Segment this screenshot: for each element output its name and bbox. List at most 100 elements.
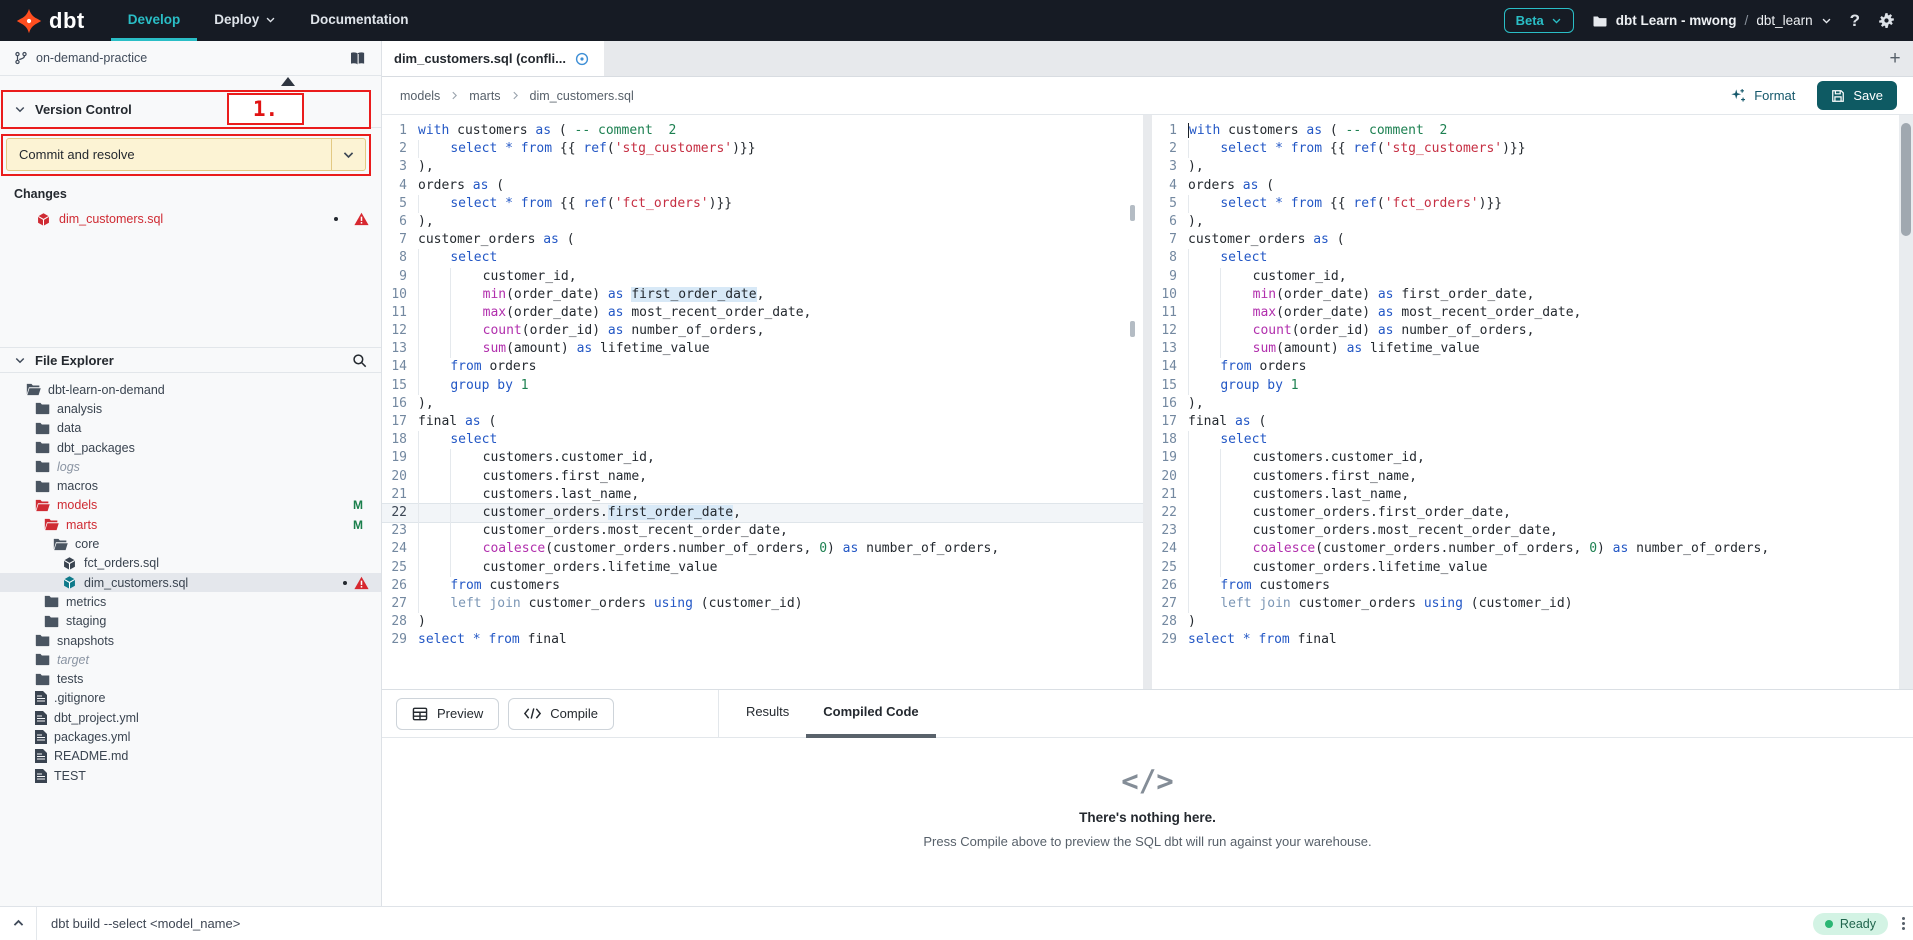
code-line-16[interactable]: 16), xyxy=(1152,395,1913,413)
code-line-11[interactable]: 11 max(order_date) as most_recent_order_… xyxy=(1152,304,1913,322)
code-line-9[interactable]: 9 customer_id, xyxy=(1152,268,1913,286)
tree-item-tests[interactable]: tests xyxy=(0,669,381,688)
code-line-29[interactable]: 29select * from final xyxy=(1152,631,1913,649)
tree-item-analysis[interactable]: analysis xyxy=(0,399,381,418)
code-line-8[interactable]: 8 select xyxy=(1152,249,1913,267)
tree-item-fct-orders-sql[interactable]: fct_orders.sql xyxy=(0,554,381,573)
code-line-2[interactable]: 2 select * from {{ ref('stg_customers')}… xyxy=(382,140,1143,158)
tree-item-logs[interactable]: logs xyxy=(0,457,381,476)
help-icon[interactable]: ? xyxy=(1850,11,1860,31)
kebab-menu-icon[interactable] xyxy=(1902,917,1905,930)
compile-button[interactable]: Compile xyxy=(508,698,614,730)
code-line-1[interactable]: 1with customers as ( -- comment 2 xyxy=(382,122,1143,140)
changed-file-row[interactable]: dim_customers.sql xyxy=(0,208,381,230)
code-line-7[interactable]: 7customer_orders as ( xyxy=(382,231,1143,249)
code-line-24[interactable]: 24 coalesce(customer_orders.number_of_or… xyxy=(1152,540,1913,558)
environment-name[interactable]: dbt_learn xyxy=(1756,13,1812,28)
tree-item-dbt-packages[interactable]: dbt_packages xyxy=(0,438,381,457)
code-line-28[interactable]: 28) xyxy=(1152,613,1913,631)
code-line-2[interactable]: 2 select * from {{ ref('stg_customers')}… xyxy=(1152,140,1913,158)
code-line-8[interactable]: 8 select xyxy=(382,249,1143,267)
tree-item-packages-yml[interactable]: packages.yml xyxy=(0,727,381,746)
tree-item-test[interactable]: TEST xyxy=(0,766,381,785)
code-line-6[interactable]: 6), xyxy=(1152,213,1913,231)
nav-develop[interactable]: Develop xyxy=(111,0,198,41)
tree-item-dbt-learn-on-demand[interactable]: dbt-learn-on-demand xyxy=(0,380,381,399)
search-icon[interactable] xyxy=(352,353,367,368)
code-line-6[interactable]: 6), xyxy=(382,213,1143,231)
tree-item-target[interactable]: target xyxy=(0,650,381,669)
chevron-down-icon[interactable] xyxy=(1821,15,1832,26)
code-line-5[interactable]: 5 select * from {{ ref('fct_orders')}} xyxy=(382,195,1143,213)
code-pane-left[interactable]: 1with customers as ( -- comment 22 selec… xyxy=(382,115,1143,689)
tree-item-data[interactable]: data xyxy=(0,419,381,438)
dbt-logo[interactable]: dbt xyxy=(0,0,111,41)
version-control-header[interactable]: Version Control xyxy=(0,91,381,128)
code-line-20[interactable]: 20 customers.first_name, xyxy=(1152,468,1913,486)
code-line-19[interactable]: 19 customers.customer_id, xyxy=(1152,449,1913,467)
tree-item-macros[interactable]: macros xyxy=(0,476,381,495)
tree-item-dbt-project-yml[interactable]: dbt_project.yml xyxy=(0,708,381,727)
code-line-22[interactable]: 22 customer_orders.first_order_date, xyxy=(1152,504,1913,522)
commit-and-resolve-button[interactable]: Commit and resolve xyxy=(6,138,366,171)
code-line-5[interactable]: 5 select * from {{ ref('fct_orders')}} xyxy=(1152,195,1913,213)
code-line-21[interactable]: 21 customers.last_name, xyxy=(1152,486,1913,504)
commit-options-caret[interactable] xyxy=(331,139,365,170)
nav-documentation[interactable]: Documentation xyxy=(293,0,425,41)
code-line-24[interactable]: 24 coalesce(customer_orders.number_of_or… xyxy=(382,540,1143,558)
code-line-20[interactable]: 20 customers.first_name, xyxy=(382,468,1143,486)
breadcrumb-marts[interactable]: marts xyxy=(469,89,500,103)
code-line-22[interactable]: 22 customer_orders.first_order_date, xyxy=(382,504,1143,522)
code-line-13[interactable]: 13 sum(amount) as lifetime_value xyxy=(382,340,1143,358)
project-name[interactable]: dbt Learn - mwong xyxy=(1616,13,1737,28)
save-button[interactable]: Save xyxy=(1817,81,1897,110)
breadcrumb-models[interactable]: models xyxy=(400,89,440,103)
preview-button[interactable]: Preview xyxy=(396,698,499,730)
tree-item-dim-customers-sql[interactable]: dim_customers.sql xyxy=(0,573,381,592)
code-line-23[interactable]: 23 customer_orders.most_recent_order_dat… xyxy=(1152,522,1913,540)
tree-item-marts[interactable]: martsM xyxy=(0,515,381,534)
code-line-15[interactable]: 15 group by 1 xyxy=(382,377,1143,395)
breadcrumb-file[interactable]: dim_customers.sql xyxy=(530,89,634,103)
code-line-1[interactable]: 1with customers as ( -- comment 2 xyxy=(1152,122,1913,140)
editor-tab-dim-customers[interactable]: dim_customers.sql (confli... xyxy=(382,41,604,76)
code-line-9[interactable]: 9 customer_id, xyxy=(382,268,1143,286)
code-line-25[interactable]: 25 customer_orders.lifetime_value xyxy=(1152,559,1913,577)
code-line-16[interactable]: 16), xyxy=(382,395,1143,413)
file-explorer-header[interactable]: File Explorer xyxy=(0,347,381,373)
tree-item-staging[interactable]: staging xyxy=(0,612,381,631)
code-line-3[interactable]: 3), xyxy=(382,158,1143,176)
nav-deploy[interactable]: Deploy xyxy=(197,0,293,41)
code-line-11[interactable]: 11 max(order_date) as most_recent_order_… xyxy=(382,304,1143,322)
tab-results[interactable]: Results xyxy=(729,690,806,738)
code-line-17[interactable]: 17final as ( xyxy=(1152,413,1913,431)
code-line-26[interactable]: 26 from customers xyxy=(382,577,1143,595)
code-line-12[interactable]: 12 count(order_id) as number_of_orders, xyxy=(1152,322,1913,340)
editor-scrollbar[interactable] xyxy=(1899,115,1913,689)
code-line-10[interactable]: 10 min(order_date) as first_order_date, xyxy=(1152,286,1913,304)
scrollbar-thumb[interactable] xyxy=(1901,123,1911,236)
code-line-27[interactable]: 27 left join customer_orders using (cust… xyxy=(1152,595,1913,613)
settings-gear-icon[interactable] xyxy=(1878,12,1895,29)
new-tab-plus-icon[interactable]: + xyxy=(1877,41,1913,76)
tree-item-core[interactable]: core xyxy=(0,534,381,553)
code-line-18[interactable]: 18 select xyxy=(1152,431,1913,449)
code-line-29[interactable]: 29select * from final xyxy=(382,631,1143,649)
code-line-4[interactable]: 4orders as ( xyxy=(382,177,1143,195)
tab-compiled-code[interactable]: Compiled Code xyxy=(806,690,935,738)
chevron-up-icon[interactable] xyxy=(0,917,36,930)
code-line-12[interactable]: 12 count(order_id) as number_of_orders, xyxy=(382,322,1143,340)
tree-item-readme-md[interactable]: README.md xyxy=(0,747,381,766)
code-line-14[interactable]: 14 from orders xyxy=(1152,358,1913,376)
code-line-7[interactable]: 7customer_orders as ( xyxy=(1152,231,1913,249)
code-line-25[interactable]: 25 customer_orders.lifetime_value xyxy=(382,559,1143,577)
code-line-28[interactable]: 28) xyxy=(382,613,1143,631)
code-line-15[interactable]: 15 group by 1 xyxy=(1152,377,1913,395)
code-pane-right[interactable]: 1with customers as ( -- comment 22 selec… xyxy=(1143,115,1913,689)
code-line-19[interactable]: 19 customers.customer_id, xyxy=(382,449,1143,467)
code-line-10[interactable]: 10 min(order_date) as first_order_date, xyxy=(382,286,1143,304)
code-line-14[interactable]: 14 from orders xyxy=(382,358,1143,376)
code-line-3[interactable]: 3), xyxy=(1152,158,1913,176)
code-line-17[interactable]: 17final as ( xyxy=(382,413,1143,431)
code-line-23[interactable]: 23 customer_orders.most_recent_order_dat… xyxy=(382,522,1143,540)
